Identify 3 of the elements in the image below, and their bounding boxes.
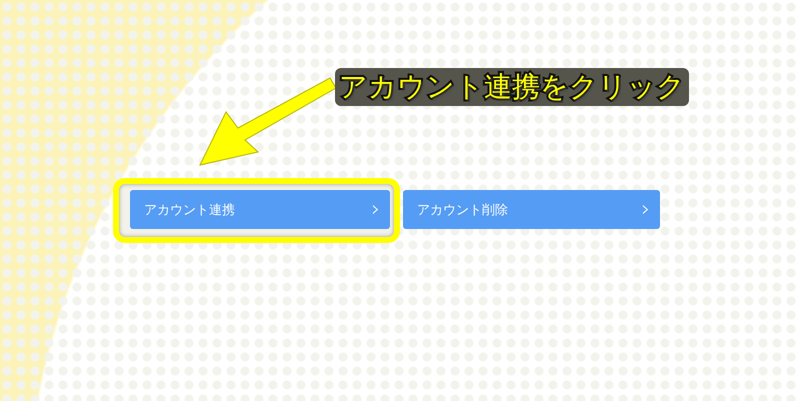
account-button[interactable]: アカウント削除 ›: [403, 190, 660, 229]
account-button[interactable]: アカウント連携 ›: [130, 190, 390, 229]
callout-text: アカウント連携をクリック: [335, 68, 689, 106]
